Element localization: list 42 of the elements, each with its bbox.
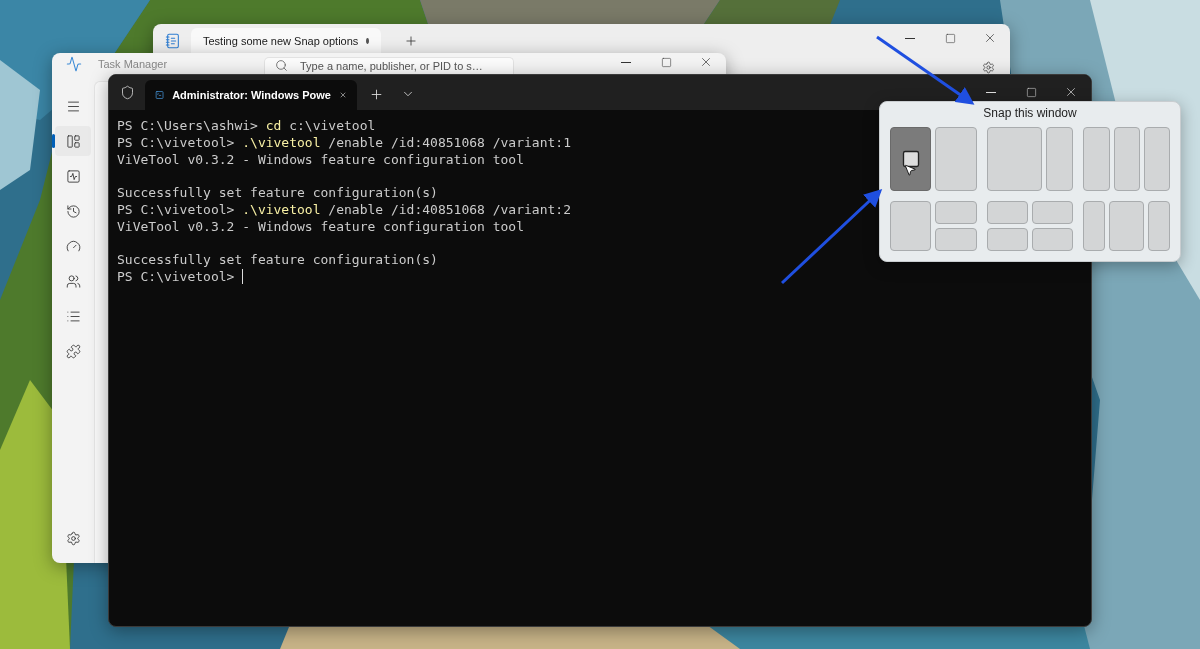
flyout-title: Snap this window xyxy=(983,106,1077,122)
terminal-line: Successfully set feature configuration(s) xyxy=(117,252,438,270)
nav-button[interactable] xyxy=(55,126,91,156)
task-manager-icon xyxy=(66,55,82,72)
minimize-icon xyxy=(621,61,631,63)
maximize-icon xyxy=(660,56,672,68)
terminal-line: Successfully set feature configuration(s) xyxy=(117,185,438,202)
terminal-line: PS C:\vivetool> .\vivetool /enable /id:40851068 /variant:2 xyxy=(117,202,571,219)
close-icon xyxy=(699,55,713,69)
gauge-icon xyxy=(65,238,81,254)
plus-icon xyxy=(368,86,384,102)
minimize-icon xyxy=(905,37,915,39)
document-tab[interactable]: Testing some new Snap options xyxy=(191,28,381,54)
terminal-line: PS C:\vivetool> .\vivetool /enable /id:40851068 /variant:1 xyxy=(117,134,571,152)
puzzle-icon xyxy=(65,343,81,359)
search-icon xyxy=(275,59,288,72)
grid-icon xyxy=(65,133,81,149)
terminal-line: ViVeTool v0.3.2 - Windows feature configuration tool xyxy=(117,151,524,169)
terminal-line: PS C:\vivetool> xyxy=(117,269,235,285)
close-icon xyxy=(1064,85,1078,99)
search-field[interactable]: Type a name, publisher, or PID to s… xyxy=(264,56,514,74)
list-icon xyxy=(65,308,81,324)
terminal-tab[interactable]: Administrator: Windows Powe xyxy=(145,80,357,110)
terminal-line: PS C:\Users\ashwi> cd c:\vivetool xyxy=(117,118,376,135)
notepad-icon xyxy=(165,33,181,49)
plus-icon xyxy=(404,34,418,48)
users-icon xyxy=(65,273,81,289)
terminal-line: ViVeTool v0.3.2 - Windows feature configuration tool xyxy=(117,218,524,236)
settings-icon xyxy=(65,530,81,546)
minimize-icon xyxy=(986,91,996,93)
terminal-icon xyxy=(900,149,921,169)
maximize-icon xyxy=(944,32,956,44)
menu-icon xyxy=(65,98,81,114)
window-title: Task Manager xyxy=(98,57,169,70)
tab-title: Administrator: Windows Powe xyxy=(172,89,331,101)
shield-icon xyxy=(119,85,135,100)
snap-zone[interactable] xyxy=(890,127,932,191)
maximize-icon xyxy=(1025,86,1037,98)
close-icon xyxy=(983,31,997,45)
pulse-icon xyxy=(65,168,81,184)
history-icon xyxy=(65,203,81,219)
mouse-pointer-icon xyxy=(903,163,917,177)
